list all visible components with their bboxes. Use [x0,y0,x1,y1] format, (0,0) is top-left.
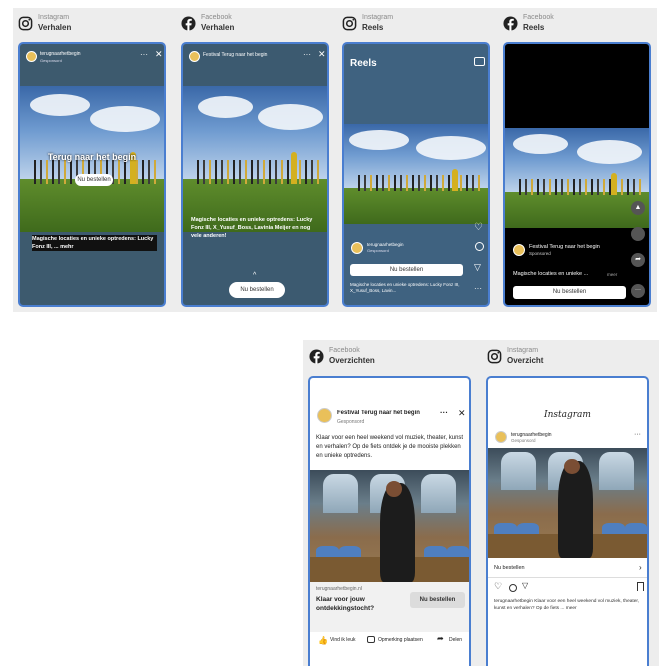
share-icon[interactable]: ▽ [474,262,481,273]
more-icon[interactable]: ··· [440,408,448,417]
facebook-icon [309,348,324,364]
share-button[interactable]: Delen [449,637,462,643]
send-icon[interactable]: ▽ [522,581,528,590]
reel-caption: Magische locaties en unieke optredens: L… [350,282,460,293]
label-fb-stories: Facebook Verhalen [181,13,234,33]
avatar [351,242,363,254]
placement-label: Reels [362,23,384,32]
close-icon[interactable]: ✕ [318,49,326,60]
instagram-icon [342,16,357,30]
story-image [183,86,327,232]
reel-caption: Magische locaties en unieke ... [513,271,589,277]
instagram-icon [487,349,502,363]
ig-feed-preview: Instagram terugnaarhetbegin Gesponsord ·… [486,376,649,666]
comment-icon[interactable] [509,584,517,592]
post-image [488,448,647,558]
like-button[interactable]: Vind ik leuk [330,637,355,643]
chevron-up-icon: ^ [253,272,257,279]
avatar [513,244,525,256]
account-name: terugnaarhetbegin [367,242,404,247]
ig-stories-preview: terugnaarhetbegin Gesponsord ··· ✕ Terug… [18,42,166,307]
link-title: Klaar voor jouw ontdekkingstocht? [316,596,375,612]
platform-name: Instagram [38,14,70,21]
more-icon[interactable]: ··· [474,284,482,293]
order-button[interactable]: Nu bestellen [350,264,463,276]
platform-name: Instagram [507,347,539,354]
share-icon[interactable]: ➦ [631,253,645,267]
heart-icon[interactable]: ♡ [474,222,483,233]
label-ig-stories: Instagram Verhalen [18,13,71,33]
fb-stories-preview: Festival Terug naar het begin ··· ✕ Magi… [181,42,329,307]
comment-icon[interactable] [475,242,484,251]
story-caption: Magische locaties en unieke optredens: L… [32,235,157,251]
label-ig-reels: Instagram Reels [342,13,393,33]
placement-label: Overzichten [329,356,375,365]
fb-feed-preview: Festival Terug naar het begin Gesponsord… [308,376,471,666]
avatar [26,51,37,62]
like-icon[interactable]: ▲ [631,201,645,215]
label-fb-feed: Facebook Overzichten [309,346,375,366]
camera-icon[interactable] [474,57,485,66]
close-icon[interactable]: ✕ [458,408,466,419]
reel-image [505,128,649,228]
order-link[interactable]: Nu bestellen [494,565,525,571]
instagram-icon [18,16,33,30]
link-domain: terugnaarhetbegin.nl [316,586,362,592]
post-caption: terugnaarhetbegin Klaar voor een heel we… [494,599,640,611]
avatar [495,431,507,443]
platform-name: Instagram [362,14,394,21]
cta-divider [488,577,647,578]
comment-icon[interactable] [631,227,645,241]
account-name: Festival Terug naar het begin [529,244,600,250]
more-link[interactable]: meer [607,272,617,277]
story-caption: Magische locaties en unieke optredens: L… [191,217,313,239]
label-fb-reels: Facebook Reels [503,13,554,33]
close-icon[interactable]: ✕ [155,49,163,60]
placement-label: Overzicht [507,356,544,365]
order-button[interactable]: Nu bestellen [75,174,113,186]
sponsored-label: Gesponsord [367,248,389,253]
comment-button[interactable]: Opmerking plaatsen [378,637,423,643]
heart-icon[interactable]: ♡ [494,581,502,592]
more-icon[interactable]: ··· [631,284,645,298]
reels-title: Reels [350,58,377,69]
instagram-logo: Instagram [544,410,591,420]
platform-name: Facebook [523,14,554,21]
share-icon[interactable]: ➦ [437,634,444,643]
placement-label: Reels [523,23,545,32]
post-text: Klaar voor een heel weekend vol muziek, … [316,435,464,459]
account-name: terugnaarhetbegin [40,51,81,57]
bookmark-icon[interactable] [637,582,644,591]
story-headline: Terug naar het begin [47,152,137,162]
account-name: Festival Terug naar het begin [337,410,420,416]
facebook-icon [503,15,518,31]
sponsored-label: Sponsored [529,251,551,256]
like-icon[interactable]: 👍 [318,636,328,645]
sponsored-label: Gesponsord [337,419,365,425]
ig-reels-preview: Reels ♡ ▽ ··· terugnaarhetbegin Gesponso… [342,42,490,307]
order-button[interactable]: Nu bestellen [513,286,626,299]
placement-label: Verhalen [201,23,235,32]
fb-reels-preview: ▲ ➦ ··· Festival Terug naar het begin Sp… [503,42,651,307]
account-name: Festival Terug naar het begin [203,52,268,58]
more-icon[interactable]: ··· [140,50,148,59]
sponsored-label: Gesponsord [40,58,62,63]
reel-image [344,124,488,224]
platform-name: Facebook [329,347,360,354]
placement-label: Verhalen [38,23,72,32]
facebook-icon [181,15,196,31]
order-button[interactable]: Nu bestellen [229,282,285,298]
comment-icon[interactable] [367,636,375,643]
order-button[interactable]: Nu bestellen [410,592,465,608]
more-icon[interactable]: ··· [303,50,311,59]
chevron-right-icon[interactable]: › [639,563,642,572]
post-image [310,470,469,582]
more-icon[interactable]: ··· [634,431,641,438]
avatar [317,408,332,423]
avatar [189,51,200,62]
platform-name: Facebook [201,14,232,21]
label-ig-feed: Instagram Overzicht [487,346,543,366]
sponsored-label: Gesponsord [511,438,536,443]
